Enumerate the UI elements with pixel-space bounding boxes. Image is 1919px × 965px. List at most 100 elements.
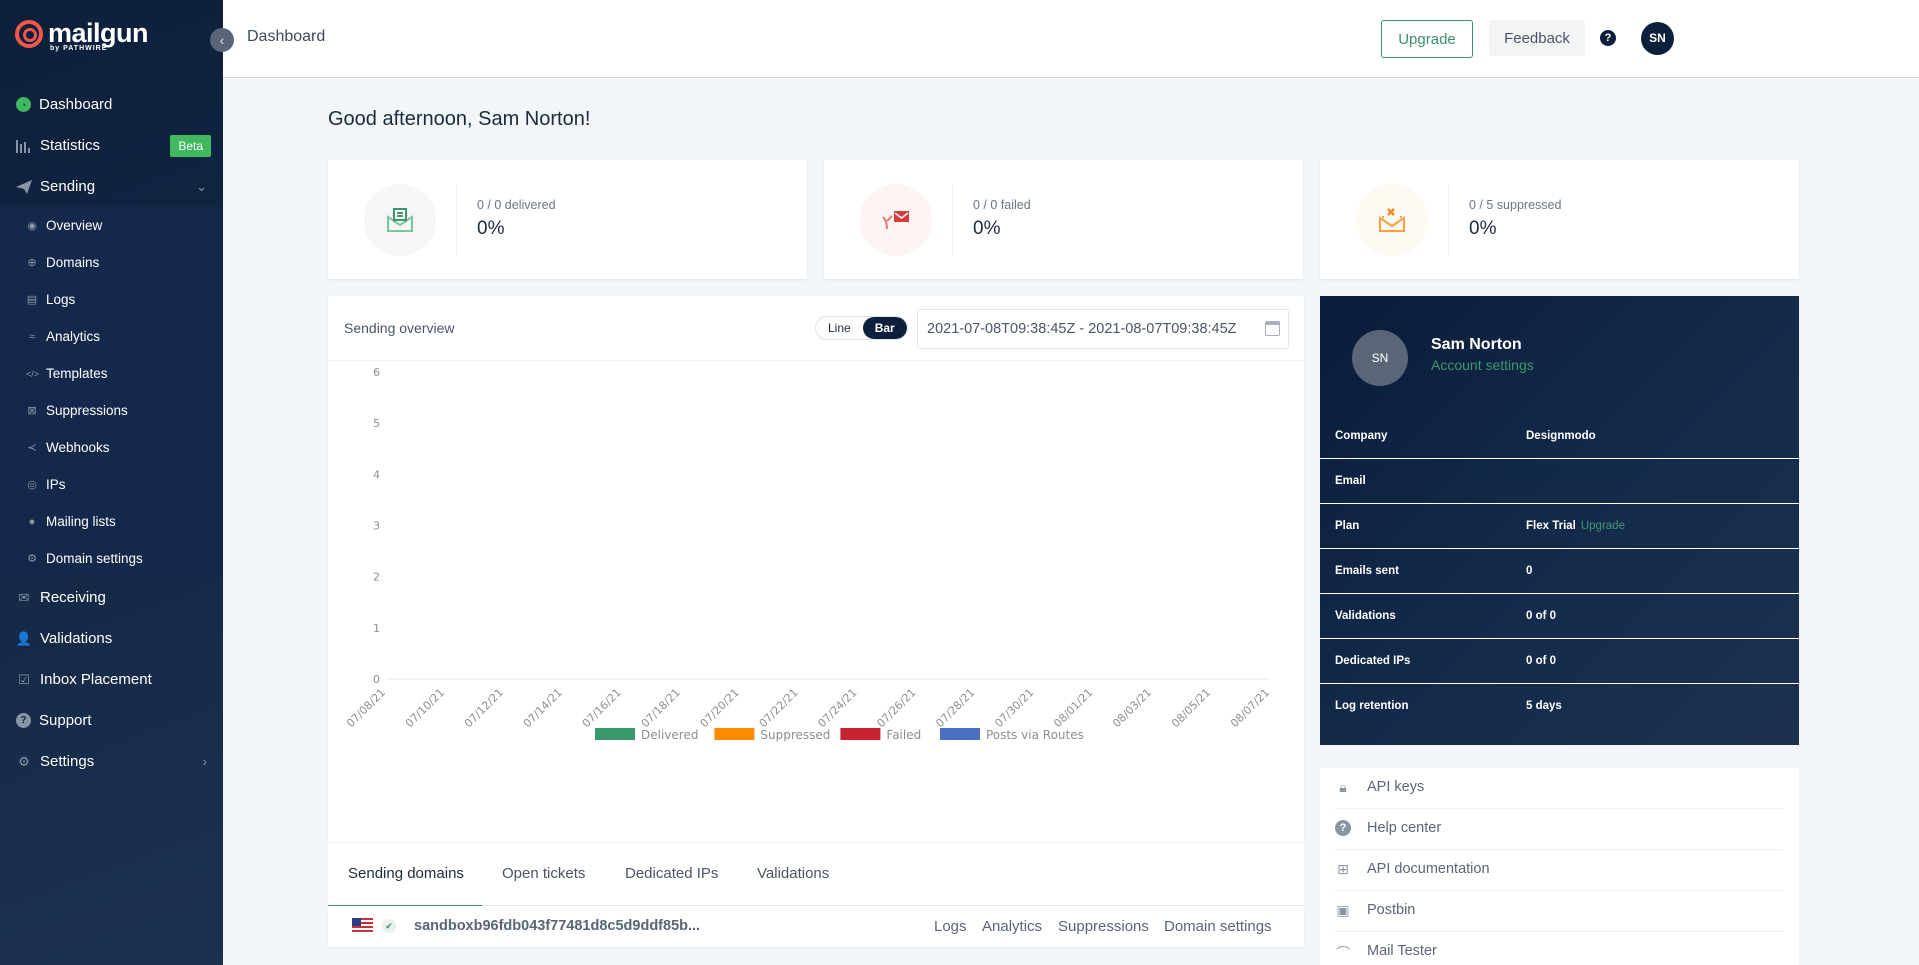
mailgun-logo[interactable]: mailgun by PATHWIRE	[15, 20, 149, 52]
failed-icon	[860, 184, 932, 256]
sidebar-item-templates[interactable]: </> Templates	[0, 355, 223, 392]
sidebar-item-suppressions[interactable]: ⊠ Suppressions	[0, 392, 223, 429]
sidebar-item-label: Sending	[40, 178, 96, 195]
sidebar-item-validations[interactable]: 👤 Validations	[0, 618, 223, 659]
link-label: Help center	[1367, 820, 1442, 836]
sidebar-item-dashboard[interactable]: ◔ Dashboard	[0, 84, 223, 125]
logo-at-icon	[15, 20, 43, 48]
sidebar-item-domain-settings[interactable]: ⚙ Domain settings	[0, 540, 223, 577]
sidebar-item-analytics[interactable]: ≈ Analytics	[0, 318, 223, 355]
link-help-center[interactable]: ? Help center	[1335, 809, 1783, 850]
sidebar-item-logs[interactable]: ▤ Logs	[0, 281, 223, 318]
sidebar-item-label: Analytics	[46, 329, 101, 344]
sidebar-item-label: Statistics	[40, 137, 101, 154]
collapse-sidebar-button[interactable]: ‹	[210, 28, 234, 52]
x-tick-label: 07/10/21	[403, 686, 447, 730]
sidebar-item-inbox-placement[interactable]: ☑ Inbox Placement	[0, 659, 223, 700]
eye-icon: ◉	[27, 220, 37, 232]
sidebar-item-sending[interactable]: Sending ⌄	[0, 166, 223, 207]
x-tick-label: 08/05/21	[1169, 686, 1213, 730]
stat-card-delivered: 0 / 0 delivered 0%	[328, 160, 807, 279]
sidebar-item-ips[interactable]: ◎ IPs	[0, 466, 223, 503]
sending-chart: 0 1 2 3 4 5 6 07/08/21 07/10/21 07/12/21 07/14/21 0…	[344, 366, 1272, 742]
user-icon: ●	[28, 515, 36, 528]
chart-type-toggle: Line Bar	[815, 316, 908, 340]
tab-sending-domains[interactable]: Sending domains	[348, 865, 464, 882]
pin-icon: ◎	[27, 479, 37, 491]
help-icon[interactable]: ?	[1600, 30, 1616, 46]
domain-analytics-link[interactable]: Analytics	[982, 918, 1042, 935]
row-key: Company	[1335, 430, 1388, 442]
x-tick-label: 07/30/21	[992, 686, 1036, 730]
bar-chart-icon	[16, 138, 32, 154]
page-title: Dashboard	[247, 28, 326, 45]
gear-icon: ⚙	[27, 553, 37, 565]
sidebar: mailgun by PATHWIRE ◔ Dashboard Statisti…	[0, 0, 223, 965]
x-tick-label: 08/01/21	[1051, 686, 1095, 730]
chevron-right-icon: ›	[202, 754, 207, 769]
sidebar-item-webhooks[interactable]: ≺ Webhooks	[0, 429, 223, 466]
link-mail-tester[interactable]: ⌒ Mail Tester	[1335, 932, 1783, 965]
account-row-emails-sent: Emails sent 0	[1320, 549, 1799, 594]
legend-swatch	[940, 728, 980, 740]
sidebar-item-label: Overview	[46, 218, 103, 233]
globe-icon: ⊕	[27, 257, 37, 269]
row-value: Designmodo	[1526, 430, 1596, 442]
tab-dedicated-ips[interactable]: Dedicated IPs	[625, 865, 718, 882]
legend-label: Delivered	[641, 728, 698, 742]
x-tick-label: 08/07/21	[1228, 686, 1272, 730]
x-tick-label: 07/26/21	[874, 686, 918, 730]
x-tick-label: 07/18/21	[639, 686, 683, 730]
sidebar-item-support[interactable]: ? Support	[0, 700, 223, 741]
legend-label: Posts via Routes	[986, 728, 1084, 742]
x-tick-label: 07/12/21	[462, 686, 506, 730]
upgrade-button[interactable]: Upgrade	[1381, 20, 1473, 58]
sidebar-item-label: Settings	[40, 753, 95, 770]
sidebar-item-domains[interactable]: ⊕ Domains	[0, 244, 223, 281]
account-row-log-retention: Log retention 5 days	[1320, 684, 1799, 729]
domain-settings-link[interactable]: Domain settings	[1164, 918, 1272, 935]
feedback-button[interactable]: Feedback	[1489, 20, 1585, 56]
sidebar-item-mailing-lists[interactable]: ● Mailing lists	[0, 503, 223, 540]
link-postbin[interactable]: ▣ Postbin	[1335, 891, 1783, 932]
divider	[1448, 184, 1449, 256]
sidebar-item-overview[interactable]: ◉ Overview	[0, 207, 223, 244]
domain-row: ✔ sandboxb96fdb043f77481d8c5d9ddf85b... …	[328, 906, 1304, 947]
legend-label: Failed	[886, 728, 921, 742]
sidebar-item-receiving[interactable]: ✉ Receiving	[0, 577, 223, 618]
sidebar-item-statistics[interactable]: Statistics Beta	[0, 125, 223, 166]
link-label: API documentation	[1367, 861, 1490, 877]
quick-links-panel: 🔒︎ API keys ? Help center ⊞ API documentati…	[1320, 768, 1799, 965]
plan-upgrade-link[interactable]: Upgrade	[1581, 520, 1625, 532]
y-tick-label: 0	[373, 673, 380, 686]
toggle-bar[interactable]: Bar	[862, 317, 907, 339]
user-avatar[interactable]: SN	[1641, 22, 1674, 55]
sidebar-item-label: Support	[39, 712, 92, 729]
link-label: Postbin	[1367, 902, 1416, 918]
row-key: Validations	[1335, 610, 1396, 622]
domain-name-link[interactable]: sandboxb96fdb043f77481d8c5d9ddf85b...	[414, 918, 700, 934]
date-range-input[interactable]: 2021-07-08T09:38:45Z - 2021-08-07T09:38:…	[917, 309, 1289, 349]
account-row-validations: Validations 0 of 0	[1320, 594, 1799, 639]
row-key: Plan	[1335, 520, 1360, 532]
apps-icon: ⊞	[1337, 861, 1349, 877]
account-settings-link[interactable]: Account settings	[1431, 357, 1534, 373]
legend-label: Suppressed	[760, 728, 830, 742]
sidebar-item-settings[interactable]: ⚙ Settings ›	[0, 741, 223, 782]
toggle-line[interactable]: Line	[816, 317, 863, 339]
domain-suppressions-link[interactable]: Suppressions	[1058, 918, 1149, 935]
stat-label: 0 / 0 failed	[973, 198, 1031, 212]
x-tick-label: 07/14/21	[521, 686, 565, 730]
stat-value: 0%	[973, 218, 1001, 239]
link-api-documentation[interactable]: ⊞ API documentation	[1335, 850, 1783, 891]
date-range-value: 2021-07-08T09:38:45Z - 2021-08-07T09:38:…	[927, 321, 1237, 337]
x-tick-label: 07/24/21	[815, 686, 859, 730]
tab-open-tickets[interactable]: Open tickets	[502, 865, 585, 882]
link-api-keys[interactable]: 🔒︎ API keys	[1335, 768, 1783, 809]
antenna-icon: ⌒	[1336, 945, 1350, 961]
help-icon: ?	[1335, 820, 1351, 836]
domain-logs-link[interactable]: Logs	[934, 918, 967, 935]
row-value: 0	[1526, 565, 1533, 577]
tab-validations[interactable]: Validations	[757, 865, 829, 882]
calendar-icon[interactable]	[1265, 321, 1280, 336]
